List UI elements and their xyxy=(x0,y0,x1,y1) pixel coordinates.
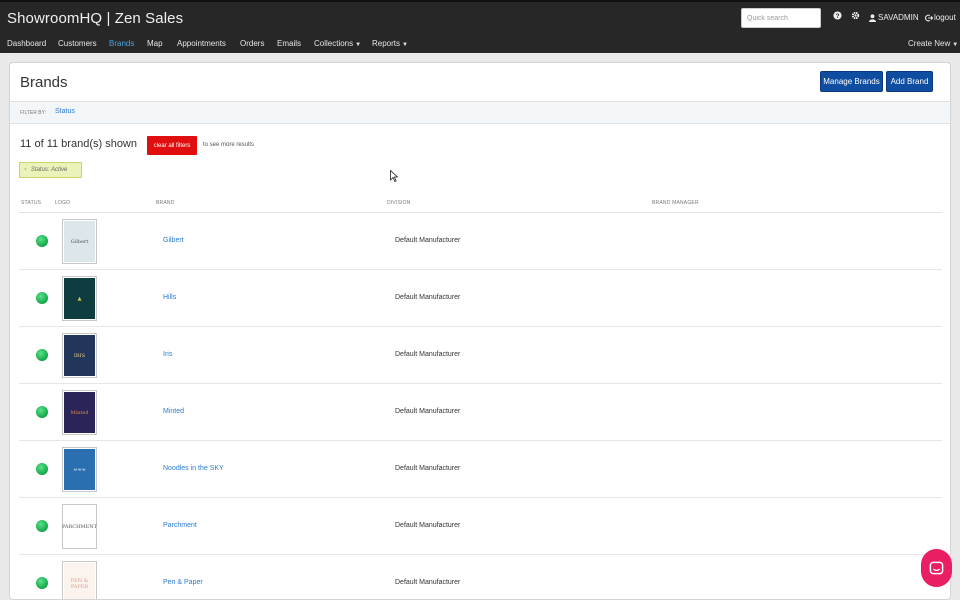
brand-logo[interactable]: Gilbert xyxy=(62,219,97,264)
nav-dashboard[interactable]: Dashboard xyxy=(7,39,46,48)
chat-launcher-button[interactable] xyxy=(921,549,952,587)
result-count: 11 of 11 brand(s) shown xyxy=(20,138,137,150)
status-active-icon xyxy=(36,349,48,361)
brand-division: Default Manufacturer xyxy=(395,294,461,301)
help-icon[interactable]: ? xyxy=(833,11,842,23)
status-active-icon xyxy=(36,520,48,532)
brand-name-link[interactable]: Minted xyxy=(163,408,184,415)
status-active-icon xyxy=(36,406,48,418)
nav-reports[interactable]: Reports ▼ xyxy=(372,39,408,48)
table-row: Gilbert Gilbert Default Manufacturer xyxy=(19,213,942,270)
brand-division: Default Manufacturer xyxy=(395,465,461,472)
filter-label: FILTER BY: xyxy=(20,110,47,116)
status-active-icon xyxy=(36,292,48,304)
nav-appointments[interactable]: Appointments xyxy=(177,39,226,48)
column-header-brand-manager[interactable]: BRAND MANAGER xyxy=(652,200,699,206)
brand-logo-image: Minted xyxy=(64,392,95,433)
mouse-cursor-icon xyxy=(390,170,398,182)
active-filter-chip[interactable]: × Status: Active xyxy=(19,162,82,178)
remove-filter-icon[interactable]: × xyxy=(24,167,27,173)
brand-logo-image: IRIS xyxy=(64,335,95,376)
brand-name-link[interactable]: Hills xyxy=(163,294,176,301)
create-new-label: Create New xyxy=(908,39,951,48)
brand-logo[interactable]: PEN & PAPER xyxy=(62,561,97,599)
main-nav: Dashboard Customers Brands Map Appointme… xyxy=(0,39,960,53)
brand-name-link[interactable]: Pen & Paper xyxy=(163,579,203,586)
nav-map[interactable]: Map xyxy=(147,39,163,48)
caret-down-icon: ▼ xyxy=(952,42,959,48)
gear-icon[interactable] xyxy=(851,11,860,23)
status-active-icon xyxy=(36,235,48,247)
brand-logo[interactable]: IRIS xyxy=(62,333,97,378)
brand-logo-image: PARCHMENT xyxy=(62,506,97,547)
brand-logo[interactable]: PARCHMENT xyxy=(62,504,97,549)
filter-bar: FILTER BY: Status xyxy=(10,101,950,124)
svg-text:?: ? xyxy=(836,13,840,20)
brands-panel: Brands Manage Brands Add Brand FILTER BY… xyxy=(9,62,951,600)
nav-customers[interactable]: Customers xyxy=(58,39,97,48)
brand-logo-image: PEN & PAPER xyxy=(64,563,95,599)
brand-division: Default Manufacturer xyxy=(395,522,461,529)
clear-filters-button[interactable]: clear all filters xyxy=(147,136,197,155)
clear-filters-hint: to see more results xyxy=(203,142,255,148)
column-header-status: STATUS xyxy=(21,200,42,206)
quick-search-input[interactable] xyxy=(741,8,821,28)
caret-down-icon: ▼ xyxy=(355,42,362,48)
username: SAVADMIN xyxy=(878,13,919,22)
brand-logo-image: Gilbert xyxy=(64,221,95,262)
table-row: ≈≈≈ Noodles in the SKY Default Manufacture… xyxy=(19,441,942,498)
brand-logo-image: ▲ xyxy=(64,278,95,319)
table-row: PEN & PAPER Pen & Paper Default Manufactur… xyxy=(19,555,942,599)
nav-brands[interactable]: Brands xyxy=(109,39,134,48)
table-row: PARCHMENT Parchment Default Manufacturer xyxy=(19,498,942,555)
filter-status-link[interactable]: Status xyxy=(55,108,75,115)
logout-label: logout xyxy=(934,13,956,22)
status-active-icon xyxy=(36,577,48,589)
brand-name-link[interactable]: Gilbert xyxy=(163,237,184,244)
nav-collections-label: Collections xyxy=(314,39,354,48)
logout-link[interactable]: logout xyxy=(925,13,956,22)
nav-orders[interactable]: Orders xyxy=(240,39,264,48)
brand-logo[interactable]: ▲ xyxy=(62,276,97,321)
table-row: IRIS Iris Default Manufacturer xyxy=(19,327,942,384)
nav-reports-label: Reports xyxy=(372,39,401,48)
add-brand-button[interactable]: Add Brand xyxy=(886,71,933,92)
nav-emails[interactable]: Emails xyxy=(277,39,301,48)
brand-division: Default Manufacturer xyxy=(395,237,461,244)
column-header-logo: LOGO xyxy=(55,200,71,206)
brand-division: Default Manufacturer xyxy=(395,408,461,415)
brand-name-link[interactable]: Parchment xyxy=(163,522,197,529)
manage-brands-button[interactable]: Manage Brands xyxy=(820,71,883,92)
status-active-icon xyxy=(36,463,48,475)
table-row: ▲ Hills Default Manufacturer xyxy=(19,270,942,327)
column-header-division[interactable]: DIVISION xyxy=(387,200,411,206)
caret-down-icon: ▼ xyxy=(402,42,408,48)
page-title: Brands xyxy=(20,74,68,91)
app-title[interactable]: ShowroomHQ | Zen Sales xyxy=(7,10,183,27)
user-icon xyxy=(869,13,876,22)
brand-logo[interactable]: ≈≈≈ xyxy=(62,447,97,492)
logout-icon xyxy=(925,14,933,21)
brand-logo[interactable]: Minted xyxy=(62,390,97,435)
top-navbar: ShowroomHQ | Zen Sales ? SAVADMIN logout… xyxy=(0,0,960,53)
nav-collections[interactable]: Collections ▼ xyxy=(314,39,361,48)
brand-name-link[interactable]: Noodles in the SKY xyxy=(163,465,224,472)
brand-division: Default Manufacturer xyxy=(395,579,461,586)
table-row: Minted Minted Default Manufacturer xyxy=(19,384,942,441)
brand-name-link[interactable]: Iris xyxy=(163,351,172,358)
brand-division: Default Manufacturer xyxy=(395,351,461,358)
create-new-dropdown[interactable]: Create New ▼ xyxy=(908,39,958,48)
active-filter-label: Status: Active xyxy=(30,167,68,173)
brand-logo-image: ≈≈≈ xyxy=(64,449,95,490)
chat-icon xyxy=(929,561,944,574)
user-menu[interactable]: SAVADMIN xyxy=(869,13,919,22)
column-header-brand[interactable]: BRAND xyxy=(156,200,175,206)
